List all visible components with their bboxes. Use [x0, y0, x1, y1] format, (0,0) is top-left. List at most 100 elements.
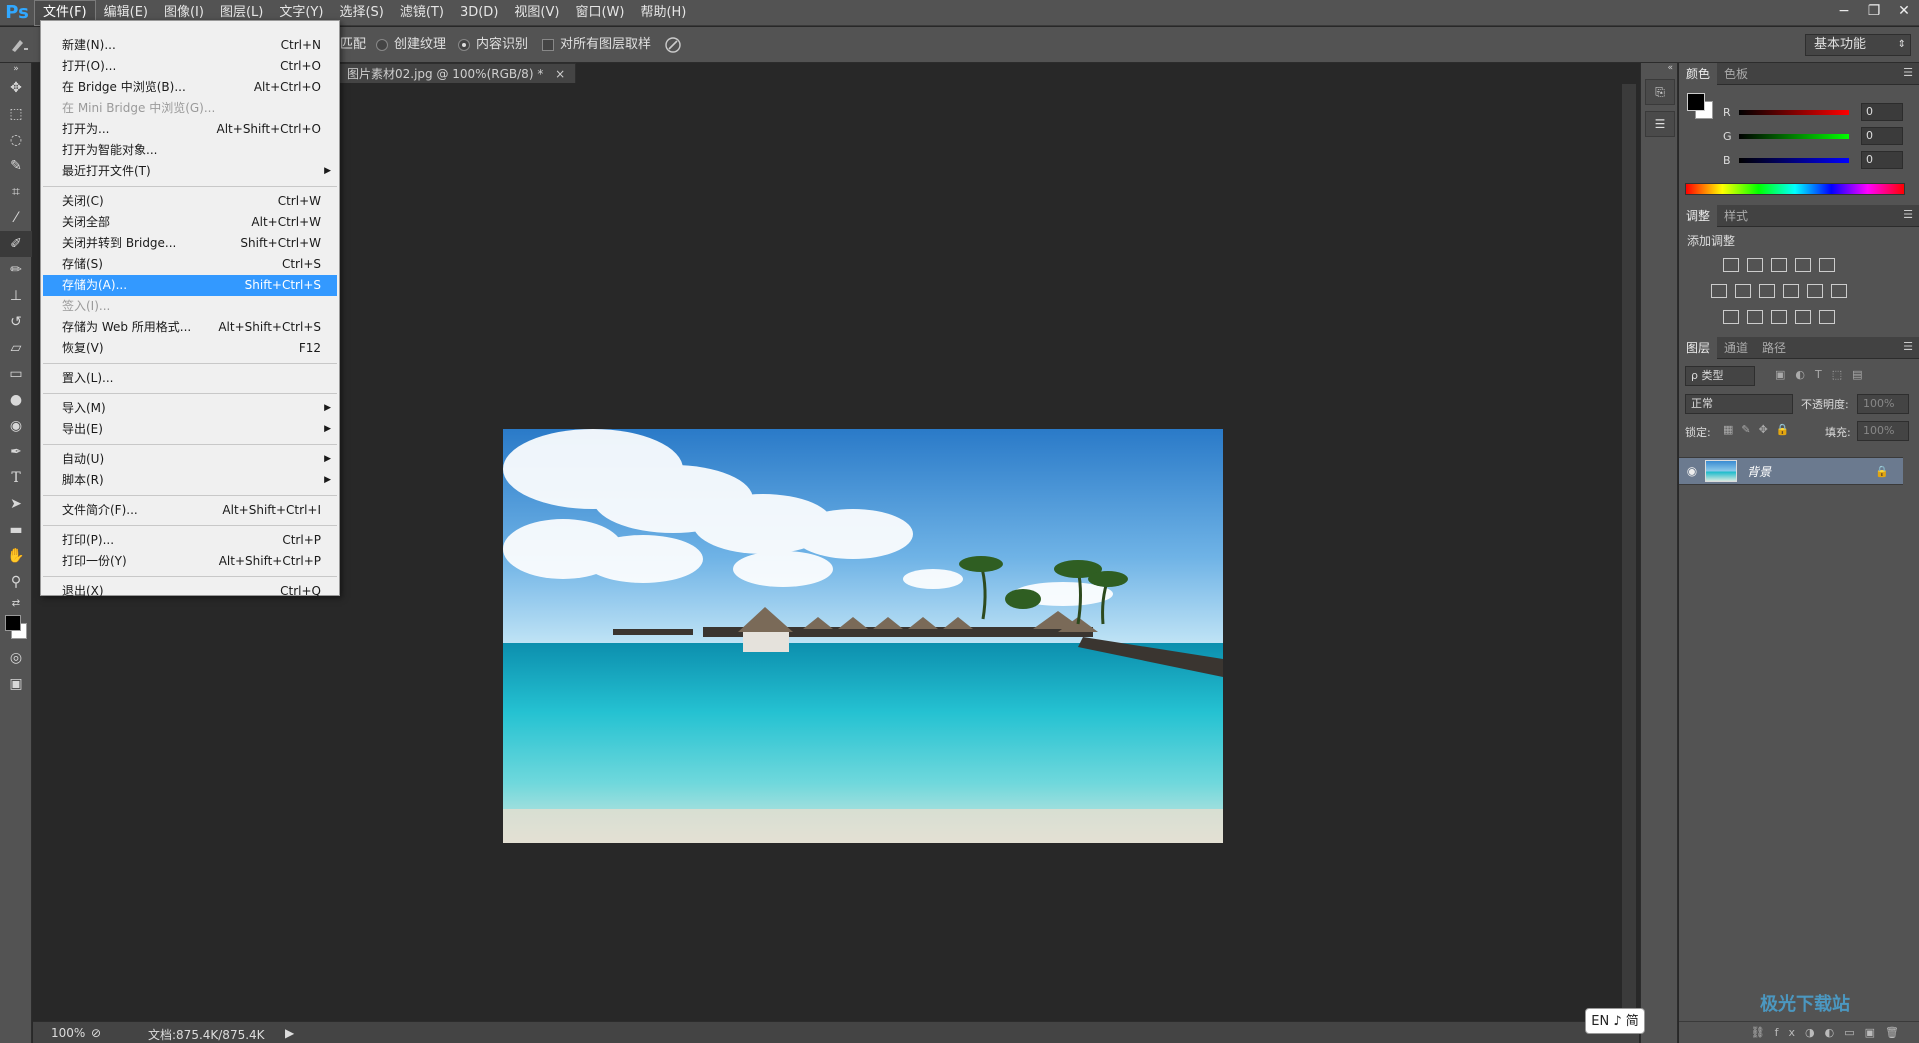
- quick-selection-tool-icon[interactable]: ✎: [0, 153, 32, 179]
- patch-tool-icon[interactable]: ✐: [0, 231, 32, 257]
- hue-saturation-icon[interactable]: [1711, 283, 1727, 298]
- color-lookup-icon[interactable]: [1831, 283, 1847, 298]
- type-tool-icon[interactable]: T: [0, 465, 32, 491]
- tab-channels[interactable]: 通道: [1717, 337, 1755, 359]
- panel-menu-icon[interactable]: ☰: [1903, 340, 1913, 353]
- gradient-tool-icon[interactable]: ▭: [0, 361, 32, 387]
- layer-filter-select[interactable]: ρ 类型: [1685, 366, 1755, 386]
- shape-tool-icon[interactable]: ▬: [0, 517, 32, 543]
- history-panel-icon[interactable]: ⎘: [1645, 79, 1675, 105]
- fill-input[interactable]: 100%: [1857, 421, 1909, 441]
- lasso-tool-icon[interactable]: ◌: [0, 127, 32, 153]
- exposure-icon[interactable]: [1795, 257, 1811, 272]
- minimize-button[interactable]: −: [1829, 0, 1859, 22]
- file-menu-item[interactable]: 导出(E) ▶: [43, 419, 337, 440]
- menu-help[interactable]: 帮助(H): [632, 0, 694, 26]
- selective-color-icon[interactable]: [1795, 309, 1811, 324]
- menu-window[interactable]: 窗口(W): [567, 0, 632, 26]
- clone-stamp-tool-icon[interactable]: ⊥: [0, 283, 32, 309]
- tab-styles[interactable]: 样式: [1717, 205, 1755, 227]
- invert-icon[interactable]: [1723, 309, 1739, 324]
- file-menu-item[interactable]: 文件简介(F)... Alt+Shift+Ctrl+I: [43, 500, 337, 521]
- posterize-icon[interactable]: [1747, 309, 1763, 324]
- history-brush-tool-icon[interactable]: ↺: [0, 309, 32, 335]
- tab-close-icon[interactable]: ×: [555, 67, 565, 81]
- content-aware-radio[interactable]: 内容识别: [458, 36, 528, 54]
- screen-mode-icon[interactable]: ▣: [0, 671, 32, 697]
- eyedropper-tool-icon[interactable]: ⁄: [0, 205, 32, 231]
- dodge-tool-icon[interactable]: ◉: [0, 413, 32, 439]
- menu-select[interactable]: 选择(S): [331, 0, 391, 26]
- lock-icons[interactable]: ▦✎✥🔒: [1723, 423, 1798, 436]
- brush-tool-icon[interactable]: ✏: [0, 257, 32, 283]
- file-menu-item[interactable]: 打开为... Alt+Shift+Ctrl+O: [43, 119, 337, 140]
- crop-tool-icon[interactable]: ⌗: [0, 179, 32, 205]
- file-menu-item[interactable]: 退出(X) Ctrl+Q: [43, 581, 337, 602]
- pressure-brush-icon[interactable]: [664, 36, 682, 54]
- canvas-image[interactable]: [503, 429, 1223, 843]
- file-menu-item[interactable]: 打印(P)... Ctrl+P: [43, 530, 337, 551]
- foreground-color-swatch[interactable]: [1687, 93, 1705, 111]
- close-button[interactable]: ✕: [1889, 0, 1919, 22]
- file-menu-item[interactable]: 脚本(R) ▶: [43, 470, 337, 491]
- path-selection-tool-icon[interactable]: ➤: [0, 491, 32, 517]
- file-menu-item[interactable]: 关闭并转到 Bridge... Shift+Ctrl+W: [43, 233, 337, 254]
- eye-icon[interactable]: ◉: [1679, 464, 1705, 478]
- curves-icon[interactable]: [1771, 257, 1787, 272]
- gradient-map-icon[interactable]: [1819, 309, 1835, 324]
- ime-indicator[interactable]: EN ♪ 简: [1585, 1008, 1645, 1034]
- color-swatches[interactable]: [0, 611, 32, 645]
- menu-view[interactable]: 视图(V): [506, 0, 567, 26]
- color-spectrum-bar[interactable]: [1685, 183, 1905, 195]
- status-menu-arrow-icon[interactable]: ▶: [285, 1026, 294, 1040]
- tab-paths[interactable]: 路径: [1755, 337, 1793, 359]
- menu-filter[interactable]: 滤镜(T): [392, 0, 452, 26]
- document-tab[interactable]: 图片素材02.jpg @ 100%(RGB/8) * ×: [336, 63, 577, 83]
- file-menu-item[interactable]: 置入(L)...: [43, 368, 337, 389]
- workspace-select[interactable]: 基本功能: [1805, 34, 1911, 56]
- color-balance-icon[interactable]: [1735, 283, 1751, 298]
- photo-filter-icon[interactable]: [1783, 283, 1799, 298]
- layer-filter-icons[interactable]: ▣◐T⬚▤: [1775, 368, 1873, 381]
- threshold-icon[interactable]: [1771, 309, 1787, 324]
- tab-layers[interactable]: 图层: [1679, 336, 1718, 359]
- layers-footer-icons[interactable]: ⛓fx◑◐▭▣🗑: [1679, 1021, 1919, 1043]
- red-slider[interactable]: [1739, 109, 1849, 115]
- blur-tool-icon[interactable]: ●: [0, 387, 32, 413]
- red-value[interactable]: 0: [1861, 103, 1903, 121]
- file-menu-item[interactable]: 恢复(V) F12: [43, 338, 337, 359]
- vibrance-icon[interactable]: [1819, 257, 1835, 272]
- file-menu-item[interactable]: 存储为(A)... Shift+Ctrl+S: [43, 275, 337, 296]
- vertical-scrollbar[interactable]: [1622, 84, 1636, 1021]
- menu-3d[interactable]: 3D(D): [452, 0, 506, 26]
- file-menu-item[interactable]: 关闭全部 Alt+Ctrl+W: [43, 212, 337, 233]
- restore-button[interactable]: ❐: [1859, 0, 1889, 22]
- file-menu-item[interactable]: 打开为智能对象...: [43, 140, 337, 161]
- file-menu-item[interactable]: 导入(M) ▶: [43, 398, 337, 419]
- move-tool-icon[interactable]: ✥: [0, 75, 32, 101]
- quick-mask-icon[interactable]: ◎: [0, 645, 32, 671]
- foreground-color-swatch[interactable]: [5, 615, 21, 631]
- opacity-input[interactable]: 100%: [1857, 394, 1909, 414]
- layer-row-background[interactable]: ◉ 背景 🔒: [1679, 457, 1903, 485]
- pen-tool-icon[interactable]: ✒: [0, 439, 32, 465]
- file-menu-item[interactable]: 最近打开文件(T) ▶: [43, 161, 337, 182]
- zoom-level[interactable]: 100%: [51, 1026, 85, 1040]
- panel-menu-icon[interactable]: ☰: [1903, 66, 1913, 79]
- tool-preset-icon[interactable]: [8, 36, 30, 54]
- layer-name[interactable]: 背景: [1747, 463, 1875, 480]
- blend-mode-select[interactable]: 正常: [1685, 394, 1793, 414]
- file-menu-item[interactable]: 关闭(C) Ctrl+W: [43, 191, 337, 212]
- file-menu-item[interactable]: 存储为 Web 所用格式... Alt+Shift+Ctrl+S: [43, 317, 337, 338]
- create-texture-radio[interactable]: 创建纹理: [376, 36, 446, 54]
- file-menu-item[interactable]: 存储(S) Ctrl+S: [43, 254, 337, 275]
- properties-panel-icon[interactable]: ☰: [1645, 111, 1675, 137]
- tab-color[interactable]: 颜色: [1679, 62, 1718, 85]
- hand-tool-icon[interactable]: ✋: [0, 543, 32, 569]
- sample-all-layers-checkbox[interactable]: 对所有图层取样: [542, 36, 651, 54]
- file-menu-item[interactable]: 新建(N)... Ctrl+N: [43, 35, 337, 56]
- blue-slider-row[interactable]: B 0: [1723, 151, 1903, 169]
- brightness-icon[interactable]: [1723, 257, 1739, 272]
- eraser-tool-icon[interactable]: ▱: [0, 335, 32, 361]
- green-slider-row[interactable]: G 0: [1723, 127, 1903, 145]
